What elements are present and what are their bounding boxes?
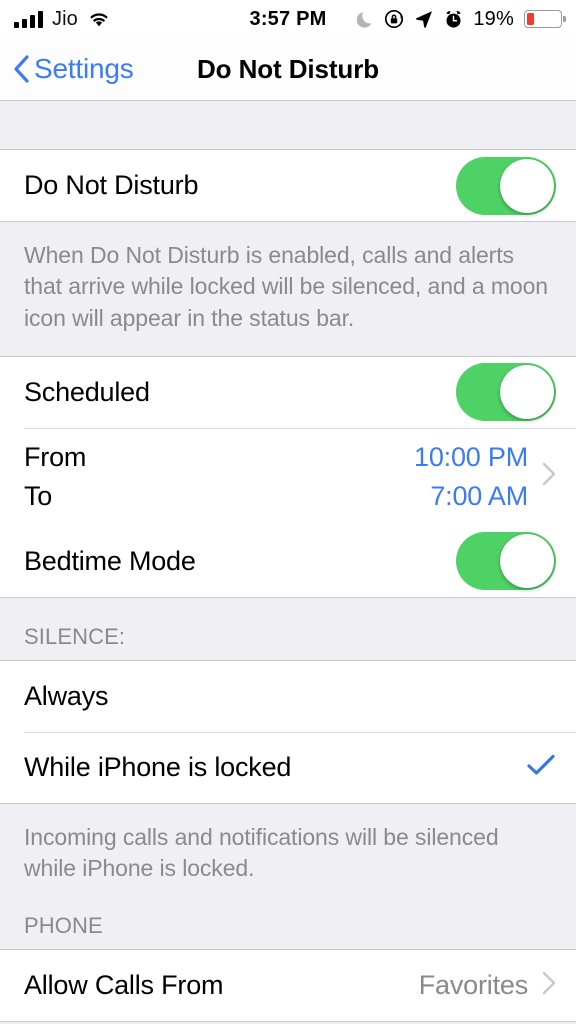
schedule-time-values: 10:00 PM 7:00 AM xyxy=(414,440,528,514)
row-allow-calls-from[interactable]: Allow Calls From Favorites xyxy=(0,949,576,1021)
navigation-bar: Settings Do Not Disturb xyxy=(0,38,576,101)
section-header-silence: SILENCE: xyxy=(0,597,576,660)
chevron-right-icon xyxy=(542,462,556,491)
row-label-scheduled: Scheduled xyxy=(24,376,150,407)
top-spacer xyxy=(0,101,576,149)
toggle-bedtime-mode[interactable] xyxy=(456,532,556,591)
checkmark-icon xyxy=(526,753,556,782)
row-scheduled[interactable]: Scheduled xyxy=(0,356,576,428)
alarm-clock-icon xyxy=(444,10,463,29)
battery-icon xyxy=(524,10,566,28)
do-not-disturb-group: Do Not Disturb xyxy=(0,149,576,222)
chevron-left-icon xyxy=(13,55,29,83)
schedule-time-labels: From To xyxy=(24,440,86,514)
row-label-while-iphone-is-locked: While iPhone is locked xyxy=(24,751,292,782)
back-button-label: Settings xyxy=(34,53,134,84)
schedule-group: Scheduled From To 10:00 PM 7:00 AM Bedti… xyxy=(0,355,576,598)
row-silence-while-locked[interactable]: While iPhone is locked xyxy=(0,731,576,803)
rotation-lock-icon xyxy=(384,9,404,29)
phone-group: Allow Calls From Favorites xyxy=(0,948,576,1022)
battery-percent-label: 19% xyxy=(473,7,514,30)
toggle-do-not-disturb[interactable] xyxy=(456,156,556,215)
row-label-bedtime-mode: Bedtime Mode xyxy=(24,545,196,576)
status-bar: Jio 3:57 PM 19% xyxy=(0,0,576,38)
row-silence-always[interactable]: Always xyxy=(0,660,576,732)
row-label-always: Always xyxy=(24,680,109,711)
row-value-allow-calls-from: Favorites xyxy=(418,969,528,1000)
row-label-allow-calls-from: Allow Calls From xyxy=(24,969,224,1000)
section-header-phone: PHONE xyxy=(0,906,576,949)
back-button[interactable]: Settings xyxy=(0,53,134,85)
toggle-scheduled[interactable] xyxy=(456,363,556,422)
label-from: From xyxy=(24,441,87,472)
moon-icon xyxy=(357,10,374,29)
value-to-time: 7:00 AM xyxy=(430,480,528,511)
silence-footer: Incoming calls and notifications will be… xyxy=(0,803,576,907)
row-label-do-not-disturb: Do Not Disturb xyxy=(24,170,199,200)
silence-group: Always While iPhone is locked xyxy=(0,659,576,804)
status-bar-right: 19% xyxy=(357,7,566,31)
value-from-time: 10:00 PM xyxy=(414,441,528,472)
label-to: To xyxy=(24,480,53,511)
chevron-right-icon xyxy=(542,971,556,1000)
row-do-not-disturb[interactable]: Do Not Disturb xyxy=(0,150,576,221)
location-arrow-icon xyxy=(414,9,434,29)
iphone-settings-screen: Jio 3:57 PM 19% Settings Do Not Disturb … xyxy=(0,0,576,1024)
row-bedtime-mode[interactable]: Bedtime Mode xyxy=(0,525,576,597)
do-not-disturb-footer: When Do Not Disturb is enabled, calls an… xyxy=(0,222,576,356)
row-schedule-time-range[interactable]: From To 10:00 PM 7:00 AM xyxy=(0,427,576,526)
